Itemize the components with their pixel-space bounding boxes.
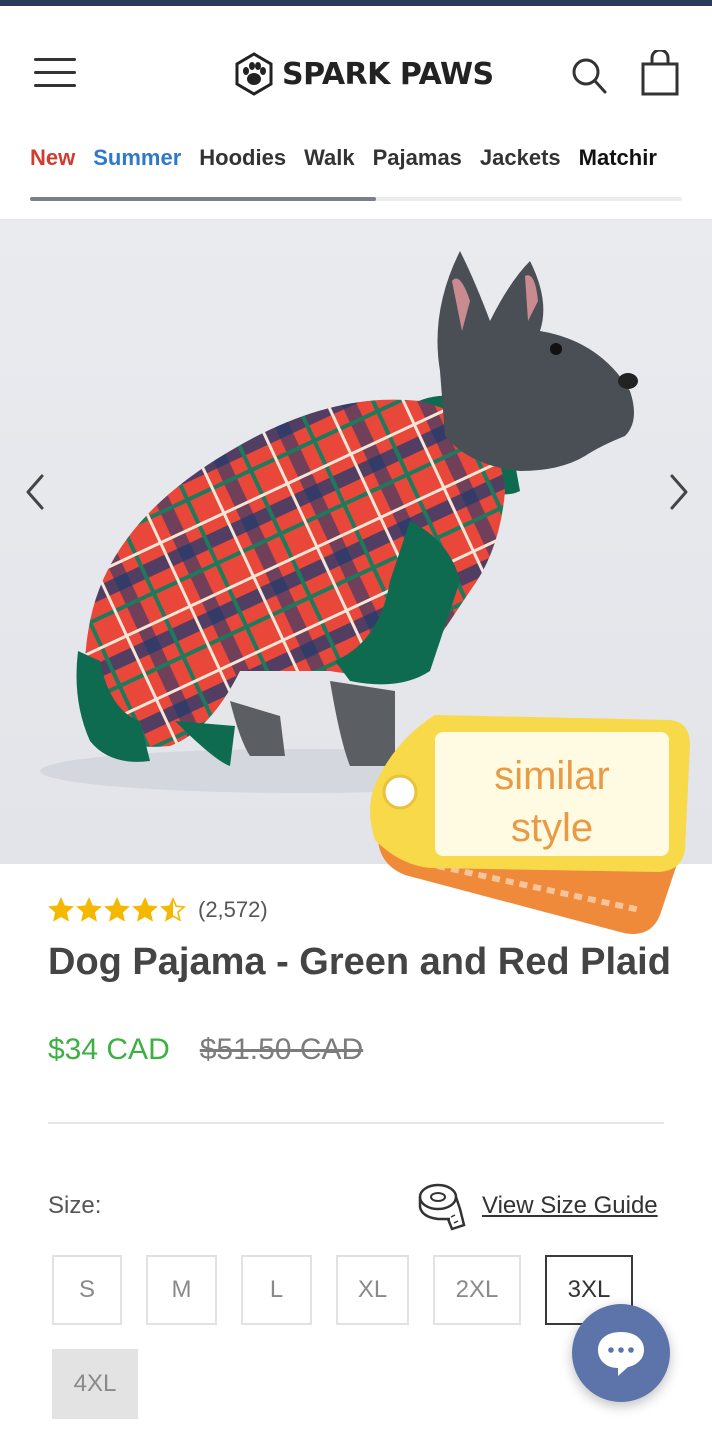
review-count[interactable]: (2,572) xyxy=(198,897,268,923)
size-option-4xl[interactable]: 4XL xyxy=(52,1349,138,1419)
size-guide-label[interactable]: View Size Guide xyxy=(482,1192,658,1220)
product-title: Dog Pajama - Green and Red Plaid xyxy=(48,941,671,983)
chat-bubble-icon[interactable] xyxy=(572,1304,670,1402)
brand-name: SPARK PAWS xyxy=(282,56,494,92)
chevron-right-icon[interactable] xyxy=(658,462,698,522)
brand-logo[interactable]: SPARK PAWS xyxy=(232,50,494,98)
category-matching[interactable]: Matchir xyxy=(579,140,657,176)
category-nav: New Summer Hoodies Walk Pajamas Jackets Matchi… xyxy=(30,140,682,180)
size-option-m[interactable]: M xyxy=(146,1255,217,1325)
star-icon xyxy=(76,897,102,922)
category-scrollbar-thumb[interactable] xyxy=(30,197,376,201)
shopping-bag-icon[interactable] xyxy=(640,48,680,96)
category-jackets[interactable]: Jackets xyxy=(480,140,561,176)
paw-logo-icon xyxy=(235,52,273,96)
star-icon xyxy=(48,897,74,922)
rating-stars xyxy=(48,897,188,923)
original-price: $51.50 CAD xyxy=(199,1033,364,1066)
search-icon[interactable] xyxy=(570,56,608,96)
star-icon xyxy=(104,897,130,922)
category-scrollbar[interactable] xyxy=(30,197,682,201)
badge-line-2: style xyxy=(510,806,594,850)
price-row: $34 CAD $51.50 CAD xyxy=(48,1030,363,1070)
category-hoodies[interactable]: Hoodies xyxy=(199,140,286,176)
size-guide-link[interactable]: View Size Guide xyxy=(416,1178,658,1234)
measuring-tape-icon xyxy=(418,1183,466,1231)
section-divider xyxy=(48,1122,664,1124)
size-label: Size: xyxy=(48,1192,102,1219)
category-summer[interactable]: Summer xyxy=(93,140,181,176)
product-rating[interactable]: (2,572) xyxy=(48,895,268,925)
badge-line-1: similar xyxy=(494,754,610,798)
category-new[interactable]: New xyxy=(30,140,75,176)
size-option-xl[interactable]: XL xyxy=(336,1255,409,1325)
size-option-s[interactable]: S xyxy=(52,1255,122,1325)
star-icon xyxy=(160,897,186,922)
category-walk[interactable]: Walk xyxy=(304,140,355,176)
category-pajamas[interactable]: Pajamas xyxy=(373,140,462,176)
similar-style-text: similar style xyxy=(440,750,664,854)
hamburger-menu-icon[interactable] xyxy=(34,58,76,88)
chevron-left-icon[interactable] xyxy=(16,462,56,522)
site-header: SPARK PAWS xyxy=(0,6,712,134)
size-option-2xl[interactable]: 2XL xyxy=(433,1255,521,1325)
sale-price: $34 CAD xyxy=(48,1033,170,1066)
size-option-l[interactable]: L xyxy=(241,1255,312,1325)
star-icon xyxy=(132,897,158,922)
chat-icon-glyph xyxy=(598,1332,644,1376)
